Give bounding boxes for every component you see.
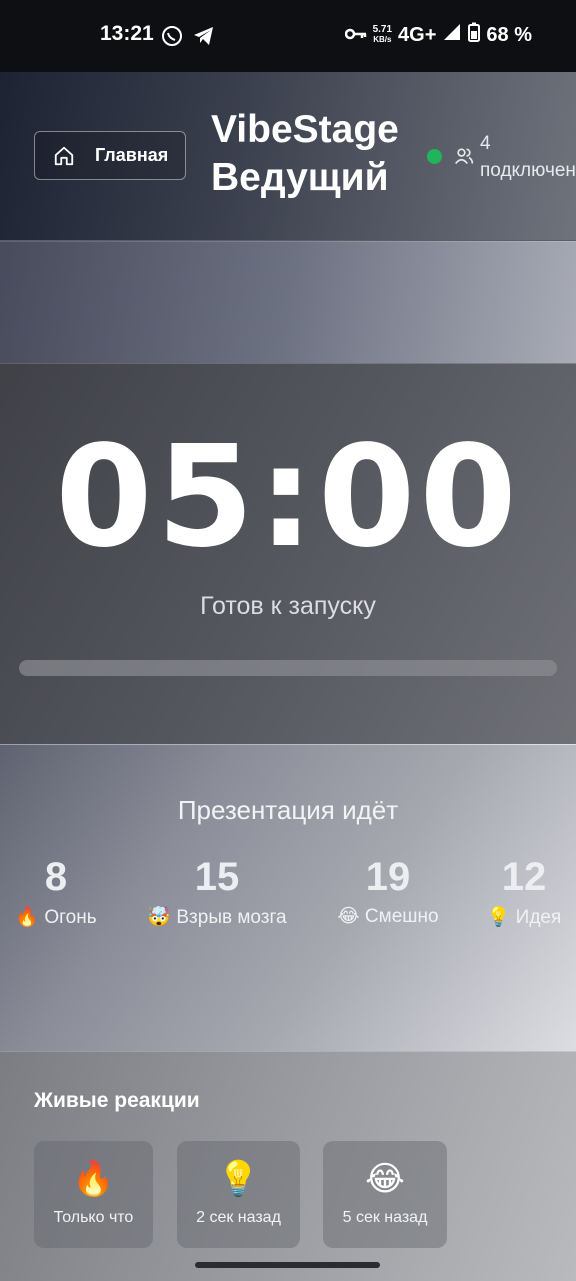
lightbulb-icon: 💡 (486, 907, 511, 928)
stat-count: 15 (194, 855, 240, 899)
reaction-time: 2 сек назад (196, 1209, 281, 1226)
reaction-time: 5 сек назад (342, 1209, 428, 1226)
mind-blown-icon: 🤯 (147, 907, 172, 928)
timer-status: Готов к запуску (200, 592, 376, 620)
connections-count: 4 (480, 133, 491, 154)
reaction-card: 💡 2 сек назад (177, 1141, 300, 1248)
reaction-card: 😂 5 сек назад (323, 1141, 447, 1248)
stat-funny: 19 😂 Смешно (336, 853, 440, 928)
home-icon (54, 146, 74, 165)
network-speed: 5.71 KB/s (373, 25, 392, 45)
presentation-status: Презентация идёт (177, 795, 399, 825)
live-reactions-panel: Живые реакции 🔥 Только что 💡 2 сек назад… (0, 1051, 576, 1281)
reaction-time: Только что (53, 1209, 134, 1226)
stat-label: 🤯 Взрыв мозга (147, 907, 287, 928)
title-line-2: Ведущий (211, 156, 389, 199)
stat-count: 8 (44, 855, 68, 899)
laughing-icon: 😂 (337, 906, 360, 927)
timer-display: 05:00 (55, 416, 521, 579)
stat-label: 💡 Идея (486, 907, 562, 928)
stat-idea: 12 💡 Идея (486, 853, 562, 929)
telegram-icon (192, 24, 216, 48)
fire-icon: 🔥 (15, 907, 40, 928)
vpn-key-icon (344, 24, 367, 47)
battery-icon (468, 22, 481, 48)
reaction-card: 🔥 Только что (34, 1141, 153, 1248)
connections-info: 4 подключения (480, 130, 576, 184)
timer-progress-bar (19, 660, 557, 676)
gesture-bar[interactable] (195, 1262, 380, 1268)
app-header: Главная VibeStage Ведущий 4 подключения (0, 72, 576, 240)
connections-label: подключения (480, 160, 576, 181)
stat-label: 😂 Смешно (337, 906, 439, 927)
title-line-1: VibeStage (211, 108, 399, 151)
status-right: 5.71 KB/s 4G+ 68 % (344, 22, 532, 48)
laughing-icon: 😂 (365, 1160, 405, 1198)
home-button[interactable]: Главная (34, 131, 186, 180)
speed-unit: KB/s (373, 35, 392, 44)
lightbulb-icon: 💡 (217, 1160, 260, 1198)
home-button-label: Главная (95, 145, 169, 165)
status-bar: 13:21 5.71 KB/s 4G+ 68 % (0, 0, 576, 72)
stat-count: 12 (501, 855, 547, 899)
fire-icon: 🔥 (72, 1160, 115, 1198)
whatsapp-icon (160, 24, 184, 48)
stats-panel: Презентация идёт 8 🔥 Огонь 15 🤯 Взрыв мо… (0, 744, 576, 1051)
battery-level: 68 % (486, 23, 532, 46)
page-title: VibeStage Ведущий (211, 106, 399, 202)
network-type: 4G+ (398, 23, 437, 46)
header-band (0, 241, 576, 363)
signal-icon (442, 22, 462, 48)
online-indicator (427, 149, 442, 164)
users-icon (455, 148, 474, 165)
timer-panel: 05:00 Готов к запуску (0, 363, 576, 744)
stat-mind-blown: 15 🤯 Взрыв мозга (143, 853, 291, 929)
speed-value: 5.71 (372, 24, 393, 35)
live-reactions-title: Живые реакции (34, 1089, 200, 1112)
stat-count: 19 (365, 855, 411, 899)
stat-fire: 8 🔥 Огонь (15, 853, 97, 929)
status-time: 13:21 (100, 22, 154, 45)
stat-label: 🔥 Огонь (15, 907, 97, 928)
